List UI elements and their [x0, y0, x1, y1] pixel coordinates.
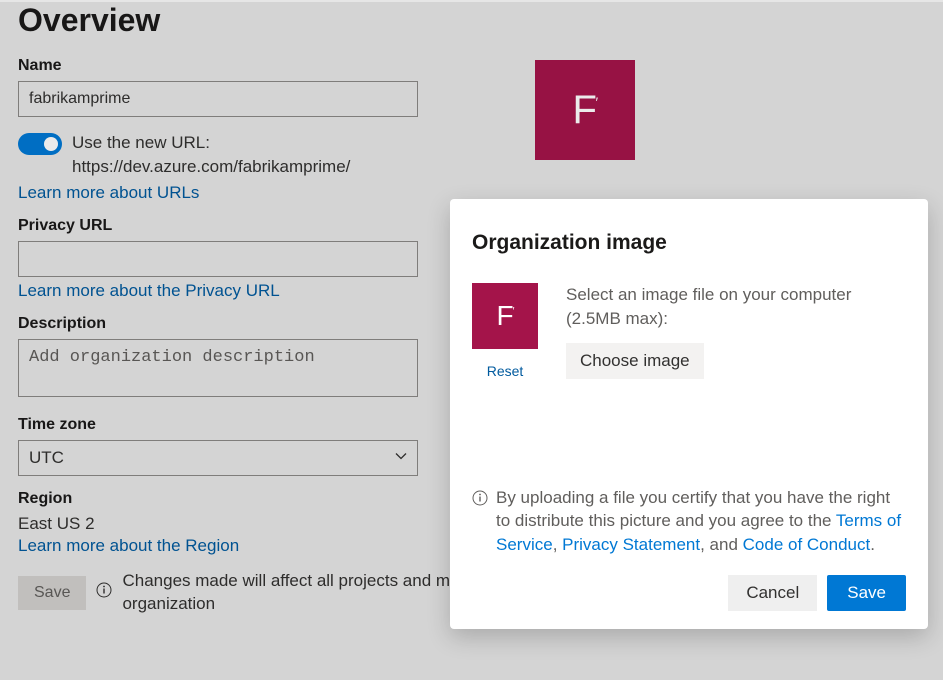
privacy-url-label: Privacy URL [18, 217, 418, 235]
description-input[interactable] [18, 339, 418, 397]
info-icon [472, 489, 488, 513]
dialog-title: Organization image [472, 231, 906, 255]
name-input[interactable] [18, 81, 418, 117]
reset-link[interactable]: Reset [487, 363, 524, 379]
dialog-save-button[interactable]: Save [827, 575, 906, 611]
info-icon [96, 582, 112, 603]
legal-text: By uploading a file you certify that you… [496, 486, 906, 557]
save-button[interactable]: Save [18, 576, 86, 610]
privacy-statement-link[interactable]: Privacy Statement [562, 535, 700, 554]
learn-more-privacy-link[interactable]: Learn more about the Privacy URL [18, 281, 280, 301]
timezone-select[interactable]: UTC [18, 440, 418, 476]
privacy-url-input[interactable] [18, 241, 418, 277]
url-toggle[interactable] [18, 133, 62, 155]
code-of-conduct-link[interactable]: Code of Conduct [743, 535, 871, 554]
url-toggle-label: Use the new URL: https://dev.azure.com/f… [72, 131, 438, 179]
cancel-button[interactable]: Cancel [728, 575, 817, 611]
region-label: Region [18, 490, 418, 508]
learn-more-urls-link[interactable]: Learn more about URLs [18, 183, 199, 203]
organization-image-dialog: Organization image F′ Reset Select an im… [450, 199, 928, 629]
choose-instructions: Select an image file on your computer (2… [566, 283, 906, 331]
learn-more-region-link[interactable]: Learn more about the Region [18, 536, 239, 556]
avatar-letter: F′ [572, 88, 597, 133]
name-label: Name [18, 57, 418, 75]
page-title: Overview [18, 2, 925, 39]
avatar-letter: F′ [496, 300, 513, 332]
timezone-value: UTC [29, 448, 64, 468]
timezone-label: Time zone [18, 416, 418, 434]
description-label: Description [18, 315, 418, 333]
region-value: East US 2 [18, 514, 418, 534]
choose-image-button[interactable]: Choose image [566, 343, 704, 379]
organization-avatar[interactable]: F′ [535, 60, 635, 160]
dialog-avatar-preview: F′ [472, 283, 538, 349]
